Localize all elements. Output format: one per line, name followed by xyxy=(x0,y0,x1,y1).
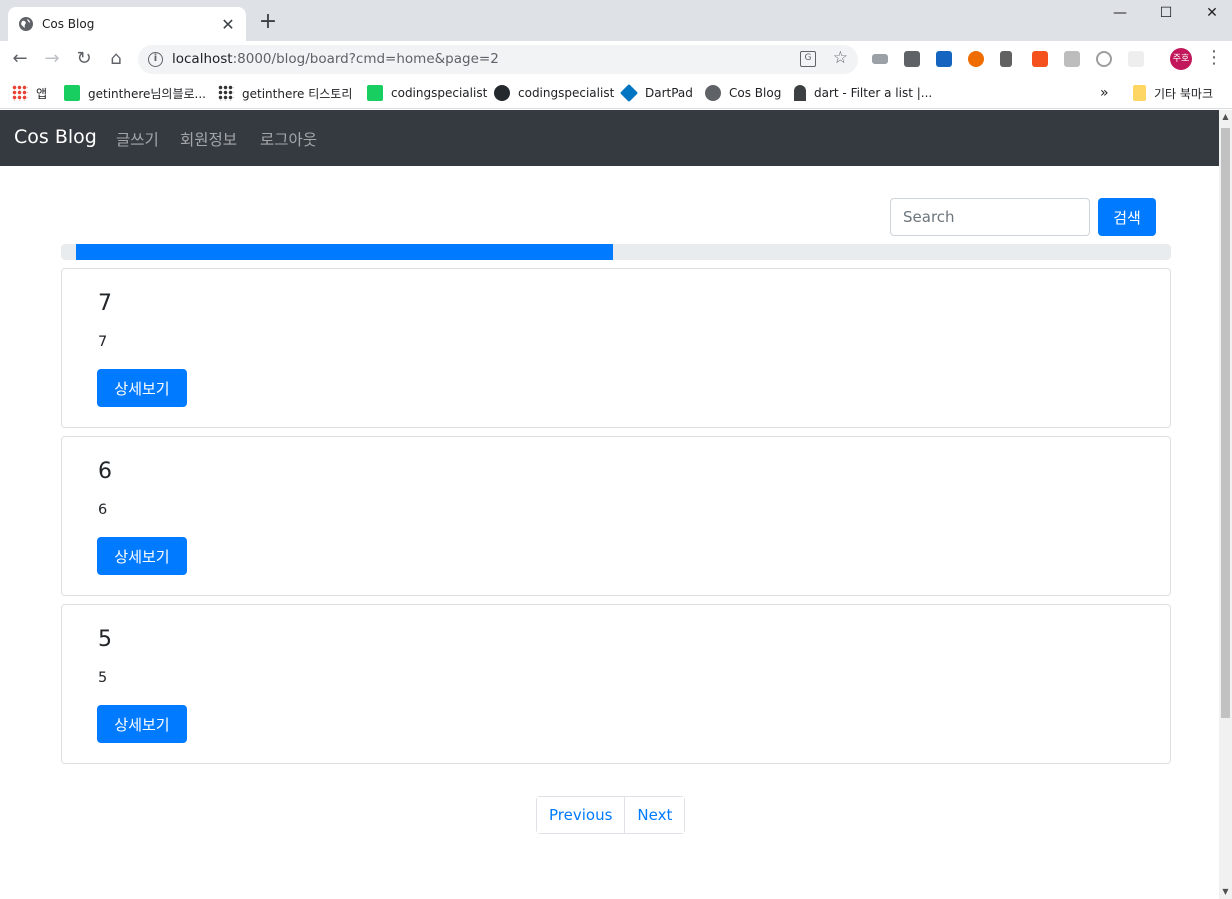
naver-blog-icon xyxy=(367,85,383,101)
post-detail-button[interactable]: 상세보기 xyxy=(97,537,187,575)
extension-target-icon[interactable] xyxy=(1096,51,1112,67)
navbar-brand[interactable]: Cos Blog xyxy=(14,126,97,148)
extension-info-icon[interactable] xyxy=(904,51,920,67)
browser-tabstrip: Cos Blog ✕ + — ☐ ✕ xyxy=(0,0,1232,41)
url-text[interactable]: localhost:8000/blog/board?cmd=home&page=… xyxy=(172,51,499,67)
translate-icon[interactable]: G xyxy=(800,51,816,67)
bookmark-dart-filter[interactable]: dart - Filter a list |... xyxy=(794,83,932,103)
bookmark-cos-blog[interactable]: Cos Blog xyxy=(705,83,781,103)
stackoverflow-icon xyxy=(794,85,806,101)
extension-dictionary-icon[interactable] xyxy=(936,51,952,67)
scroll-down-arrow-icon[interactable]: ▼ xyxy=(1219,885,1232,899)
extension-eyedropper-icon[interactable] xyxy=(1000,51,1012,67)
browser-menu-icon[interactable]: ⋮ xyxy=(1205,47,1223,68)
post-content: 7 xyxy=(98,334,108,350)
bookmark-getinthere-tistory[interactable]: getinthere 티스토리 xyxy=(218,83,352,103)
post-detail-button[interactable]: 상세보기 xyxy=(97,369,187,407)
tab-close-icon[interactable]: ✕ xyxy=(220,15,236,34)
scroll-up-arrow-icon[interactable]: ▲ xyxy=(1219,110,1232,124)
post-title: 7 xyxy=(98,291,112,316)
search-input[interactable] xyxy=(890,198,1090,236)
address-bar[interactable]: i localhost:8000/blog/board?cmd=home&pag… xyxy=(138,45,858,74)
bookmarks-overflow-chevron-icon[interactable]: » xyxy=(1100,83,1109,103)
web-page: Cos Blog 글쓰기 회원정보 로그아웃 검색 7 7 상세보기 6 6 상… xyxy=(0,110,1219,899)
forward-icon[interactable]: → xyxy=(40,47,64,71)
bookmark-codingspecialist-github[interactable]: codingspecialist xyxy=(494,83,614,103)
apps-grid-icon xyxy=(12,85,28,101)
site-navbar: Cos Blog 글쓰기 회원정보 로그아웃 xyxy=(0,110,1219,166)
bookmark-codingspecialist-blog[interactable]: codingspecialist xyxy=(367,83,487,103)
extension-window-icon[interactable] xyxy=(1064,51,1080,67)
dart-icon xyxy=(619,83,639,103)
extension-cast-icon[interactable] xyxy=(872,54,888,64)
search-button[interactable]: 검색 xyxy=(1098,198,1156,236)
post-card: 5 5 상세보기 xyxy=(61,604,1171,764)
browser-tab[interactable]: Cos Blog ✕ xyxy=(8,7,246,41)
page-scrollbar[interactable]: ▲ ▼ xyxy=(1219,110,1232,899)
bookmark-star-icon[interactable]: ☆ xyxy=(833,48,848,68)
post-card: 7 7 상세보기 xyxy=(61,268,1171,428)
globe-icon xyxy=(705,85,721,101)
post-detail-button[interactable]: 상세보기 xyxy=(97,705,187,743)
new-tab-button[interactable]: + xyxy=(257,11,279,33)
back-icon[interactable]: ← xyxy=(8,47,32,71)
post-title: 6 xyxy=(98,459,112,484)
scrollbar-thumb[interactable] xyxy=(1221,128,1230,718)
home-icon[interactable]: ⌂ xyxy=(104,47,128,71)
window-close-button[interactable]: ✕ xyxy=(1189,0,1232,28)
bookmark-other-folder[interactable]: 기타 북마크 xyxy=(1133,83,1213,103)
extension-lifebuoy-icon[interactable] xyxy=(968,51,984,67)
reload-icon[interactable]: ↻ xyxy=(72,47,96,71)
post-title: 5 xyxy=(98,627,112,652)
tab-title: Cos Blog xyxy=(42,17,95,31)
maximize-button[interactable]: ☐ xyxy=(1143,0,1189,28)
site-info-icon[interactable]: i xyxy=(148,52,163,67)
extension-ex-icon[interactable] xyxy=(1032,51,1048,67)
globe-icon xyxy=(19,17,33,31)
progress-bar-fill xyxy=(76,244,613,260)
browser-toolbar: ← → ↻ ⌂ i localhost:8000/blog/board?cmd=… xyxy=(0,41,1232,77)
next-page-link[interactable]: Next xyxy=(624,797,685,833)
bookmark-getinthere-blog[interactable]: getinthere님의블로... xyxy=(64,83,206,103)
folder-icon xyxy=(1133,85,1146,101)
minimize-button[interactable]: — xyxy=(1097,0,1143,28)
post-content: 6 xyxy=(98,502,108,518)
bookmarks-bar: 앱 getinthere님의블로... getinthere 티스토리 codi… xyxy=(0,77,1232,109)
previous-page-link[interactable]: Previous xyxy=(537,797,625,833)
pagination: Previous Next xyxy=(536,796,686,834)
nav-link-user-info[interactable]: 회원정보 xyxy=(180,128,237,150)
extension-grid-icon[interactable] xyxy=(1128,51,1144,67)
post-content: 5 xyxy=(98,670,108,686)
profile-avatar[interactable]: 주호 xyxy=(1170,48,1192,70)
nav-link-logout[interactable]: 로그아웃 xyxy=(260,128,317,150)
github-icon xyxy=(494,85,510,101)
progress-bar xyxy=(61,244,1171,260)
nav-link-write[interactable]: 글쓰기 xyxy=(116,128,159,150)
bookmark-apps[interactable]: 앱 xyxy=(12,83,47,103)
tistory-icon xyxy=(218,85,234,101)
post-card: 6 6 상세보기 xyxy=(61,436,1171,596)
bookmark-dartpad[interactable]: DartPad xyxy=(619,83,693,103)
naver-blog-icon xyxy=(64,85,80,101)
